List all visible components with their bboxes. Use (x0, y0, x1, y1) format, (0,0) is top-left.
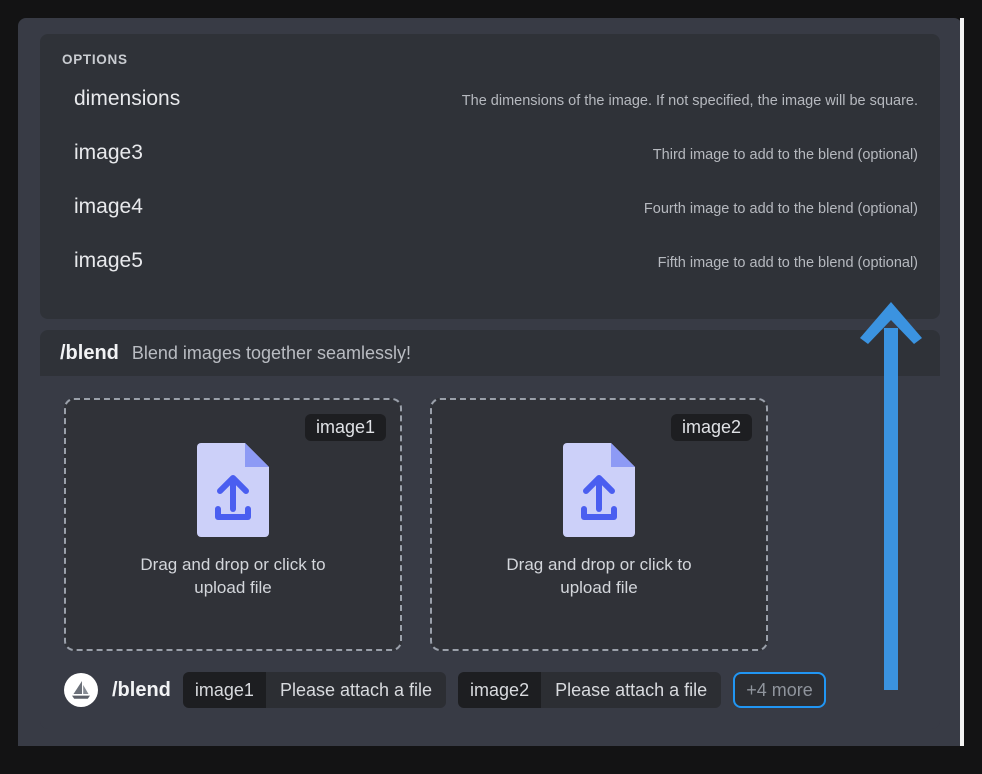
option-name: dimensions (74, 87, 181, 110)
file-upload-icon (197, 443, 269, 542)
option-name: image4 (74, 195, 143, 218)
dropzone-instruction: Drag and drop or click to upload file (506, 555, 692, 597)
vertical-scrollbar[interactable] (960, 18, 964, 746)
dropzone-label-pill: image2 (670, 414, 752, 441)
option-description: The dimensions of the image. If not spec… (461, 93, 918, 109)
file-upload-icon (563, 443, 635, 542)
app-frame: OPTIONS dimensions The dimensions of the… (18, 18, 962, 746)
option-description: Fifth image to add to the blend (optiona… (657, 255, 918, 271)
option-row-image3[interactable]: image3 Third image to add to the blend (… (62, 141, 918, 195)
command-tagline: Blend images together seamlessly! (131, 342, 412, 363)
command-name: /blend (112, 678, 171, 701)
more-options-chip[interactable]: +4 more (733, 672, 826, 708)
option-description: Fourth image to add to the blend (option… (643, 201, 918, 217)
dropzone-instruction: Drag and drop or click to upload file (140, 555, 326, 597)
blend-command-card: /blend Blend images together seamlessly!… (40, 330, 940, 729)
command-preview-bar: /blend image1 Please attach a file image… (40, 651, 940, 729)
command-name: /blend (60, 341, 119, 364)
dropzone-image1[interactable]: image1 Drag and drop or click to upload … (64, 398, 402, 651)
arg-value: Please attach a file (541, 672, 722, 708)
screenshot-root: OPTIONS dimensions The dimensions of the… (0, 0, 982, 774)
arg-group-image2[interactable]: image2 Please attach a file (458, 672, 722, 708)
arg-group-image1[interactable]: image1 Please attach a file (182, 672, 447, 708)
dropzone-image2[interactable]: image2 Drag and drop or click to upload … (430, 398, 768, 651)
option-row-image5[interactable]: image5 Fifth image to add to the blend (… (62, 249, 918, 303)
arg-key: image2 (458, 672, 542, 708)
sailboat-avatar-icon (64, 673, 98, 707)
command-header: /blend Blend images together seamlessly! (40, 330, 940, 376)
option-name: image5 (74, 249, 143, 272)
options-panel: OPTIONS dimensions The dimensions of the… (40, 34, 940, 319)
option-description: Third image to add to the blend (optiona… (652, 147, 918, 163)
options-heading: OPTIONS (62, 52, 128, 67)
arg-value: Please attach a file (265, 672, 447, 708)
command-body: image1 Drag and drop or click to upload … (40, 376, 940, 651)
option-row-dimensions[interactable]: dimensions The dimensions of the image. … (62, 87, 918, 141)
dropzone-label-pill: image1 (304, 414, 386, 441)
arg-key: image1 (182, 672, 266, 708)
option-name: image3 (74, 141, 143, 164)
option-row-image4[interactable]: image4 Fourth image to add to the blend … (62, 195, 918, 249)
